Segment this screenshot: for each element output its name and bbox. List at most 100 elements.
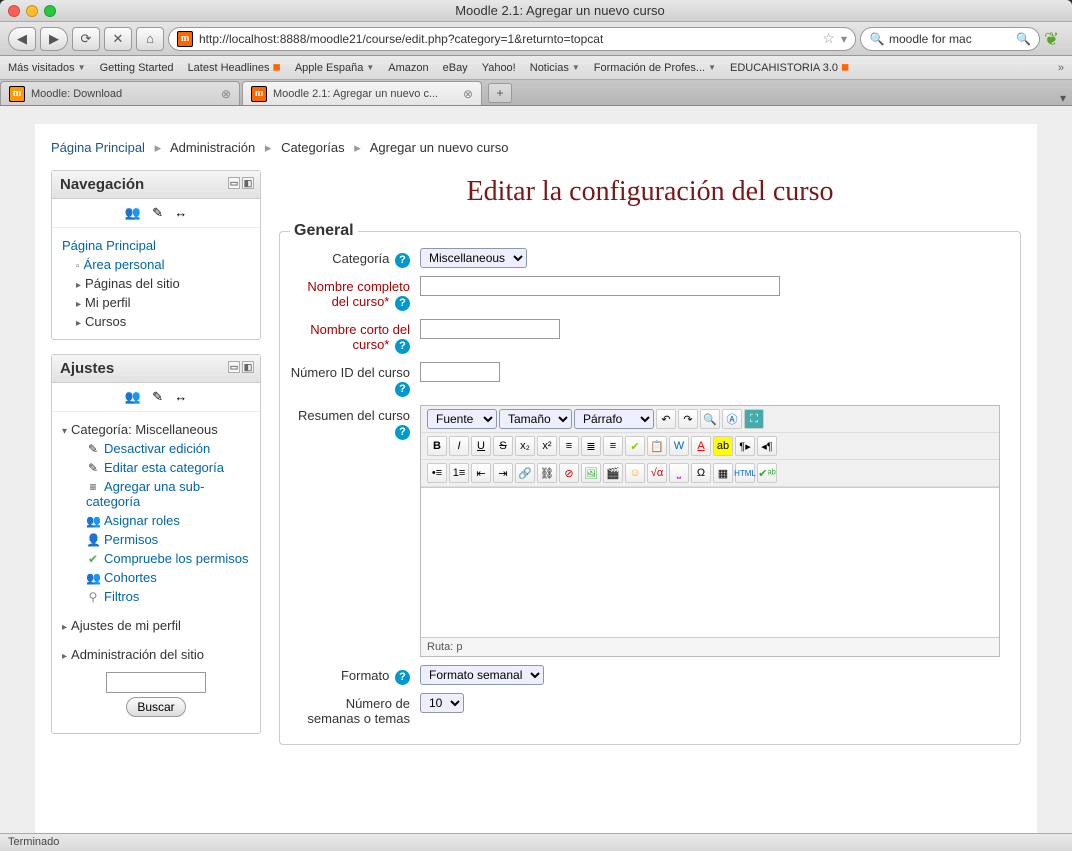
settings-item[interactable]: ⚲Filtros xyxy=(62,587,250,606)
help-icon[interactable]: ? xyxy=(395,339,410,354)
bookmark-item[interactable]: Yahoo! xyxy=(482,62,516,74)
nav-item[interactable]: ▸Cursos xyxy=(62,312,250,331)
browser-tab[interactable]: m Moodle 2.1: Agregar un nuevo c... ⊗ xyxy=(242,81,482,105)
unlink-icon[interactable]: ⛓ xyxy=(537,463,557,483)
zoom-window-button[interactable] xyxy=(44,5,56,17)
bookmark-item[interactable]: Latest Headlines◼ xyxy=(188,62,281,74)
table-icon[interactable]: ▦ xyxy=(713,463,733,483)
rtl-icon[interactable]: ◂¶ xyxy=(757,436,777,456)
backcolor-icon[interactable]: ab xyxy=(713,436,733,456)
editor-font-select[interactable]: Fuente xyxy=(427,409,497,429)
charmap-icon[interactable]: Ω xyxy=(691,463,711,483)
reload-button[interactable]: ⟳ xyxy=(72,27,100,51)
block-dock-icon[interactable]: ◧ xyxy=(242,177,254,189)
subscript-icon[interactable]: x₂ xyxy=(515,436,535,456)
stop-button[interactable]: ✕ xyxy=(104,27,132,51)
nonbreaking-icon[interactable]: ⎵ xyxy=(669,463,689,483)
strike-icon[interactable]: S xyxy=(493,436,513,456)
indent-icon[interactable]: ⇥ xyxy=(493,463,513,483)
forward-button[interactable]: ▶ xyxy=(40,27,68,51)
settings-item[interactable]: 👥Asignar roles xyxy=(62,511,250,530)
help-icon[interactable]: ? xyxy=(395,670,410,685)
settings-item[interactable]: ≡Agregar una sub-categoría xyxy=(62,477,250,511)
undo-icon[interactable]: ↶ xyxy=(656,409,676,429)
bookmark-item[interactable]: Formación de Profes...▼ xyxy=(594,62,716,74)
superscript-icon[interactable]: x² xyxy=(537,436,557,456)
number-list-icon[interactable]: 1≡ xyxy=(449,463,469,483)
block-hide-icon[interactable]: ▭ xyxy=(228,177,240,189)
replace-icon[interactable]: Ⓐ xyxy=(722,409,742,429)
equation-icon[interactable]: √α xyxy=(647,463,667,483)
edit-icon[interactable]: ✎ xyxy=(152,205,163,220)
code-icon[interactable]: HTML xyxy=(735,463,755,483)
close-window-button[interactable] xyxy=(8,5,20,17)
bookmarks-overflow-icon[interactable]: » xyxy=(1058,62,1064,74)
back-button[interactable]: ◀ xyxy=(8,27,36,51)
edit-icon[interactable]: ✎ xyxy=(152,389,163,404)
italic-icon[interactable]: I xyxy=(449,436,469,456)
new-tab-button[interactable]: + xyxy=(488,83,512,103)
url-dropdown-icon[interactable]: ▾ xyxy=(841,32,847,46)
editor-paragraph-select[interactable]: Párrafo xyxy=(574,409,654,429)
editor-textarea[interactable] xyxy=(421,487,999,637)
browser-search-input[interactable]: 🔍 moodle for mac 🔍 xyxy=(860,27,1040,51)
semanas-select[interactable]: 10 xyxy=(420,693,464,713)
image-icon[interactable]: 🖼 xyxy=(581,463,601,483)
settings-item[interactable]: 👤Permisos xyxy=(62,530,250,549)
paste-icon[interactable]: 📋 xyxy=(647,436,667,456)
search-magnifier-icon[interactable]: 🔍 xyxy=(1016,32,1031,46)
nav-item[interactable]: ▸Páginas del sitio xyxy=(62,274,250,293)
settings-category[interactable]: ▾Categoría: Miscellaneous xyxy=(62,420,250,439)
assignroles-icon[interactable]: 👥 xyxy=(125,389,141,404)
forecolor-icon[interactable]: A xyxy=(691,436,711,456)
url-bar[interactable]: m http://localhost:8888/moodle21/course/… xyxy=(168,27,856,51)
settings-item[interactable]: ✎Editar esta categoría xyxy=(62,458,250,477)
find-icon[interactable]: 🔍 xyxy=(700,409,720,429)
align-center-icon[interactable]: ≣ xyxy=(581,436,601,456)
spellcheck-icon[interactable]: ✔ᵃᵇ xyxy=(757,463,777,483)
nav-item[interactable]: ▸Mi perfil xyxy=(62,293,250,312)
help-icon[interactable]: ? xyxy=(395,253,410,268)
underline-icon[interactable]: U xyxy=(471,436,491,456)
categoria-select[interactable]: Miscellaneous xyxy=(420,248,527,268)
browser-tab[interactable]: m Moodle: Download ⊗ xyxy=(0,81,240,105)
settings-item[interactable]: ✎Desactivar edición xyxy=(62,439,250,458)
nolink-icon[interactable]: ⊘ xyxy=(559,463,579,483)
numero-id-input[interactable] xyxy=(420,362,500,382)
move-icon[interactable]: ↔ xyxy=(174,205,187,220)
redo-icon[interactable]: ↷ xyxy=(678,409,698,429)
bookmark-item[interactable]: Apple España▼ xyxy=(295,62,374,74)
close-tab-icon[interactable]: ⊗ xyxy=(221,87,231,101)
bookmark-star-icon[interactable]: ☆ xyxy=(822,30,835,47)
move-icon[interactable]: ↔ xyxy=(174,389,187,404)
help-icon[interactable]: ? xyxy=(395,296,410,311)
nombre-completo-input[interactable] xyxy=(420,276,780,296)
settings-item[interactable]: ✔Compruebe los permisos xyxy=(62,549,250,568)
bookmark-item[interactable]: Getting Started xyxy=(100,62,174,74)
link-icon[interactable]: 🔗 xyxy=(515,463,535,483)
formato-select[interactable]: Formato semanal xyxy=(420,665,544,685)
close-tab-icon[interactable]: ⊗ xyxy=(463,87,473,101)
settings-search-input[interactable] xyxy=(106,672,206,693)
help-icon[interactable]: ? xyxy=(395,425,410,440)
minimize-window-button[interactable] xyxy=(26,5,38,17)
outdent-icon[interactable]: ⇤ xyxy=(471,463,491,483)
tab-list-icon[interactable]: ▾ xyxy=(1060,91,1066,105)
bullet-list-icon[interactable]: •≡ xyxy=(427,463,447,483)
assignroles-icon[interactable]: 👥 xyxy=(125,205,141,220)
nav-home-link[interactable]: Página Principal xyxy=(62,236,250,255)
evernote-icon[interactable]: ❦ xyxy=(1044,29,1064,49)
align-left-icon[interactable]: ≡ xyxy=(559,436,579,456)
block-dock-icon[interactable]: ◧ xyxy=(242,361,254,373)
bold-icon[interactable]: B xyxy=(427,436,447,456)
align-right-icon[interactable]: ≡ xyxy=(603,436,623,456)
home-button[interactable]: ⌂ xyxy=(136,27,164,51)
editor-size-select[interactable]: Tamaño xyxy=(499,409,572,429)
settings-search-button[interactable]: Buscar xyxy=(126,697,185,717)
block-hide-icon[interactable]: ▭ xyxy=(228,361,240,373)
breadcrumb-link[interactable]: Página Principal xyxy=(51,140,145,155)
help-icon[interactable]: ? xyxy=(395,382,410,397)
bookmark-item[interactable]: Noticias▼ xyxy=(530,62,580,74)
settings-siteadmin[interactable]: ▸Administración del sitio xyxy=(62,645,250,664)
paste-word-icon[interactable]: W xyxy=(669,436,689,456)
